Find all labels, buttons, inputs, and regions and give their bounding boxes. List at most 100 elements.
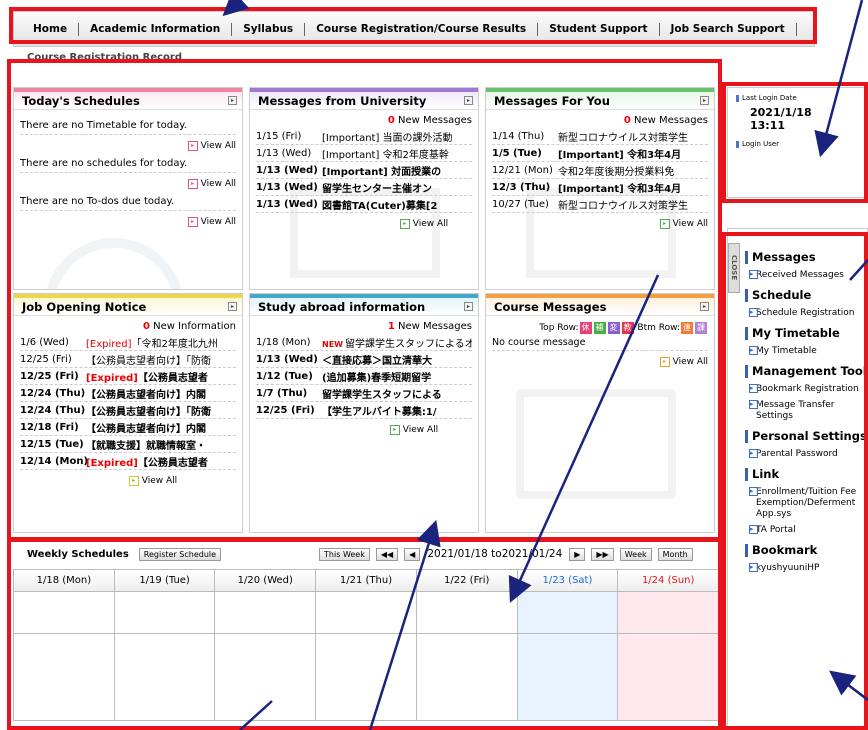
sidebar-link[interactable]: Message Transfer Settings: [728, 400, 867, 422]
day-header[interactable]: 1/18 (Mon): [14, 570, 114, 592]
category-tag: 補: [593, 322, 606, 334]
expand-icon[interactable]: ▸: [464, 302, 473, 311]
list-item[interactable]: 12/14 (Mon) [Expired]【公務員志望者: [20, 453, 236, 470]
list-item[interactable]: 1/13 (Wed) [Important] 対面授業の: [256, 162, 472, 179]
week-view-button[interactable]: Week: [619, 547, 652, 561]
view-all-link[interactable]: ▸ View All: [492, 357, 708, 367]
nav-job-search-support[interactable]: Job Search Support: [660, 22, 797, 36]
expand-icon[interactable]: ▸: [228, 302, 237, 311]
day-header[interactable]: 1/21 (Thu): [316, 570, 416, 592]
list-item[interactable]: 12/21 (Mon) 令和2年度後期分授業料免: [492, 162, 708, 179]
sidebar-link[interactable]: TA Portal: [728, 525, 867, 536]
prev-week-button[interactable]: ◀◀: [375, 547, 399, 561]
month-view-button[interactable]: Month: [657, 547, 693, 561]
day-cell[interactable]: [114, 592, 215, 634]
expand-icon[interactable]: ▸: [228, 96, 237, 105]
day-column[interactable]: 1/22 (Fri): [416, 570, 518, 720]
nav-academic-information[interactable]: Academic Information: [79, 22, 233, 36]
day-header[interactable]: 1/24 (Sun): [618, 570, 719, 592]
list-item[interactable]: 1/12 (Tue) (追加募集)春季短期留学: [256, 368, 472, 385]
list-item[interactable]: 12/25 (Fri) 【公務員志望者向け】「防衛: [20, 351, 236, 368]
list-item[interactable]: 1/13 (Wed) 留学生センター主催オン: [256, 179, 472, 196]
nav-course-registration[interactable]: Course Registration/Course Results: [305, 22, 539, 36]
prev-day-button[interactable]: ◀: [404, 547, 421, 561]
expand-icon[interactable]: ▸: [700, 302, 709, 311]
view-all-icon: ▸: [399, 219, 410, 229]
view-all-link[interactable]: ▸ View All: [256, 425, 472, 435]
todos-empty-text: There are no To-dos due today.: [20, 193, 236, 211]
view-all-link[interactable]: ▸ View All: [492, 219, 708, 229]
sidebar-menu: CLOSE MessagesReceived MessagesScheduleS…: [727, 228, 868, 730]
day-header[interactable]: 1/23 (Sat): [517, 570, 618, 592]
day-cell[interactable]: [618, 592, 719, 634]
sidebar-link[interactable]: kyushyuuniHP: [728, 563, 867, 574]
list-item-text: 留学課学生スタッフによる: [322, 389, 442, 401]
day-cell[interactable]: [416, 592, 517, 634]
this-week-button[interactable]: This Week: [319, 547, 370, 561]
list-item-date: 12/14 (Mon): [20, 455, 89, 467]
list-item-date: 1/14 (Thu): [492, 130, 545, 142]
day-cell[interactable]: [517, 592, 618, 634]
sidebar-link[interactable]: Bookmark Registration: [728, 384, 867, 395]
day-cell[interactable]: [14, 592, 114, 634]
sidebar-link[interactable]: My Timetable: [728, 346, 867, 357]
sidebar-link[interactable]: Received Messages: [728, 270, 867, 281]
list-item[interactable]: 1/7 (Thu) 留学課学生スタッフによる: [256, 385, 472, 402]
next-week-button[interactable]: ▶▶: [591, 547, 614, 561]
nav-student-support[interactable]: Student Support: [538, 22, 660, 36]
list-item[interactable]: 12/25 (Fri) 【学生アルバイト募集:1/: [256, 402, 472, 419]
list-item[interactable]: 12/3 (Thu) [Important] 令和3年4月: [492, 179, 708, 196]
list-item[interactable]: 1/6 (Wed) [Expired]「令和2年度北九州: [20, 334, 236, 351]
list-item[interactable]: 10/27 (Tue) 新型コロナウイルス対策学生: [492, 196, 708, 213]
view-all-link[interactable]: ▸ View All: [20, 179, 236, 189]
view-all-link[interactable]: ▸ View All: [256, 219, 472, 229]
list-item[interactable]: 1/13 (Wed) 図書館TA(Cuter)募集[2: [256, 196, 472, 213]
view-all-link[interactable]: ▸ View All: [20, 141, 236, 151]
list-item[interactable]: 12/24 (Thu) 【公務員志望者向け】「防衛: [20, 402, 236, 419]
day-header[interactable]: 1/20 (Wed): [215, 570, 316, 592]
list-item[interactable]: 1/13 (Wed) ＜直接応募＞国立清華大: [256, 351, 472, 368]
list-item[interactable]: 12/15 (Tue) 【就職支援】就職情報室・: [20, 436, 236, 453]
register-schedule-button[interactable]: Register Schedule: [138, 547, 222, 561]
day-column[interactable]: 1/21 (Thu): [316, 570, 417, 720]
list-item-date: 1/13 (Wed): [256, 198, 318, 210]
list-item[interactable]: 12/24 (Thu) 【公務員志望者向け】内閣: [20, 385, 236, 402]
last-login-date: 2021/1/18: [750, 106, 812, 119]
view-all-link[interactable]: ▸ View All: [20, 217, 236, 227]
list-item[interactable]: 12/25 (Fri) [Expired]【公務員志望者: [20, 368, 236, 385]
list-item[interactable]: 12/18 (Fri) 【公務員志望者向け】内閣: [20, 419, 236, 436]
list-item[interactable]: 1/14 (Thu) 新型コロナウイルス対策学生: [492, 128, 708, 145]
day-column[interactable]: 1/20 (Wed): [215, 570, 317, 720]
list-item[interactable]: 1/15 (Fri) [Important] 当面の課外活動: [256, 128, 472, 145]
new-count: 0 New Messages: [623, 115, 708, 126]
day-header[interactable]: 1/19 (Tue): [114, 570, 215, 592]
day-column[interactable]: 1/23 (Sat): [517, 570, 619, 720]
sidebar-link[interactable]: Enrollment/Tuition Fee Exemption/Deferme…: [728, 487, 867, 520]
sidebar-link[interactable]: Schedule Registration: [728, 308, 867, 319]
next-day-button[interactable]: ▶: [569, 547, 586, 561]
day-header[interactable]: 1/22 (Fri): [416, 570, 517, 592]
view-all-link[interactable]: ▸ View All: [20, 476, 236, 486]
panel-title: Job Opening Notice: [22, 299, 147, 314]
day-cell[interactable]: [316, 592, 416, 634]
day-column[interactable]: 1/19 (Tue): [114, 570, 216, 720]
expand-icon[interactable]: ▸: [700, 96, 709, 105]
sidebar-section-bookmark: Bookmark: [728, 542, 867, 558]
list-item[interactable]: 1/13 (Wed) [Important] 令和2年度基幹: [256, 145, 472, 162]
list-item-text: 【学生アルバイト募集:1/: [322, 406, 437, 418]
sidebar-link[interactable]: Parental Password: [728, 449, 867, 460]
category-tag: 教: [621, 322, 634, 334]
breadcrumb[interactable]: Course Registration Record: [27, 52, 182, 63]
sidebar-section-messages: Messages: [728, 249, 867, 265]
expand-icon[interactable]: ▸: [464, 96, 473, 105]
day-cell[interactable]: [215, 592, 316, 634]
nav-syllabus[interactable]: Syllabus: [232, 22, 306, 36]
day-column[interactable]: 1/24 (Sun): [618, 570, 719, 720]
list-item[interactable]: 1/18 (Mon) NEW 留学課学生スタッフによるオ: [256, 334, 472, 351]
list-item-date: 1/13 (Wed): [256, 164, 318, 176]
list-item-text: 令和2年度後期分授業料免: [558, 166, 675, 178]
list-item-title: 【就職支援】就職情報室・: [86, 437, 206, 452]
nav-home[interactable]: Home: [22, 22, 80, 36]
day-column[interactable]: 1/18 (Mon): [14, 570, 115, 720]
list-item[interactable]: 1/5 (Tue) [Important] 令和3年4月: [492, 145, 708, 162]
